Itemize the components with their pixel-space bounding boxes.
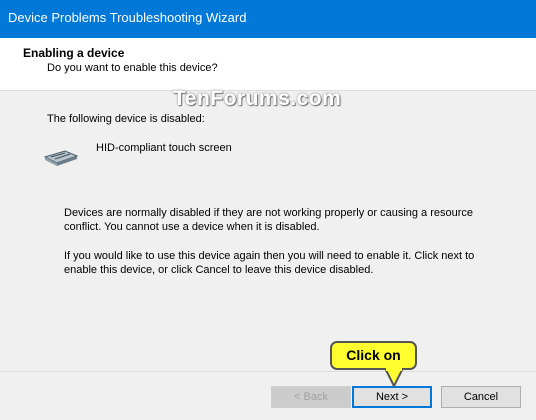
window-title: Device Problems Troubleshooting Wizard [8, 10, 247, 25]
device-name: HID-compliant touch screen [96, 142, 232, 154]
disabled-label: The following device is disabled: [47, 113, 205, 125]
back-button[interactable]: < Back [271, 386, 351, 408]
hid-device-icon [43, 150, 79, 166]
title-bar: Device Problems Troubleshooting Wizard [0, 0, 536, 38]
page-subtitle: Do you want to enable this device? [47, 62, 218, 74]
callout-pointer [384, 368, 404, 387]
wizard-header: Enabling a device Do you want to enable … [0, 38, 536, 91]
footer-divider [0, 371, 536, 372]
watermark: TenForums.com [173, 87, 342, 110]
next-button[interactable]: Next > [352, 386, 432, 408]
click-on-callout: Click on [330, 341, 417, 370]
page-title: Enabling a device [23, 46, 125, 60]
cancel-button[interactable]: Cancel [441, 386, 521, 408]
info-paragraph-disabled: Devices are normally disabled if they ar… [64, 207, 474, 233]
info-paragraph-enable: If you would like to use this device aga… [64, 250, 475, 276]
